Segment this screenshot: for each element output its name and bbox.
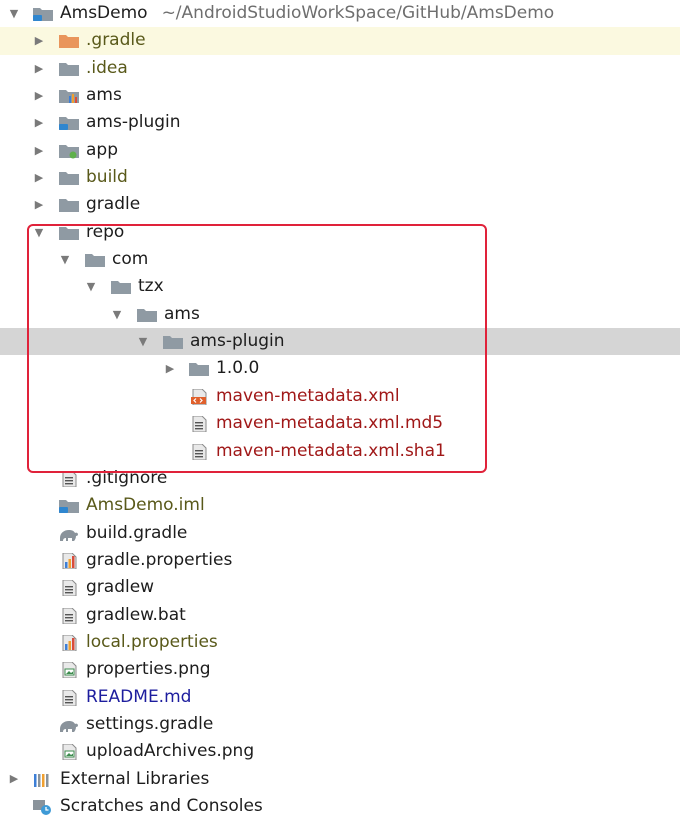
folder-icon (58, 197, 80, 213)
libraries-icon (32, 772, 54, 788)
folder-icon (58, 61, 80, 77)
tree-row-gradle[interactable]: ▶ gradle (0, 191, 680, 218)
tree-label: settings.gradle (86, 713, 214, 734)
folder-icon (58, 170, 80, 186)
tree-row-gradle-dir[interactable]: ▶ .gradle (0, 27, 680, 55)
collapse-arrow-icon[interactable]: ▶ (8, 766, 20, 793)
tree-row-app[interactable]: ▶ app (0, 137, 680, 164)
root-label: AmsDemo (60, 3, 148, 23)
tree-label: local.properties (86, 631, 218, 652)
module-folder-icon (32, 6, 54, 22)
tree-label: External Libraries (60, 768, 210, 789)
collapse-arrow-icon[interactable]: ▶ (33, 191, 45, 218)
tree-row-build-gradle[interactable]: build.gradle (0, 520, 680, 547)
library-module-icon (58, 88, 80, 104)
tree-label: build (86, 167, 128, 188)
tree-label: .gradle (86, 30, 146, 51)
tree-row-settings-gradle[interactable]: settings.gradle (0, 711, 680, 738)
properties-file-icon (58, 635, 80, 651)
image-file-icon (58, 744, 80, 760)
tree-label: properties.png (86, 659, 211, 680)
text-file-icon (58, 471, 80, 487)
collapse-arrow-icon[interactable]: ▶ (33, 82, 45, 109)
tree-row-gradlew[interactable]: gradlew (0, 574, 680, 601)
gradle-icon (58, 717, 80, 733)
tree-row-external-libraries[interactable]: ▶ External Libraries (0, 766, 680, 793)
gradle-icon (58, 526, 80, 542)
markdown-file-icon (58, 690, 80, 706)
image-file-icon (58, 662, 80, 678)
module-file-icon (58, 498, 80, 514)
tree-label: gradle (86, 194, 141, 215)
collapse-arrow-icon[interactable]: ▶ (33, 137, 45, 164)
tree-row-idea[interactable]: ▶ .idea (0, 55, 680, 82)
tree-label: build.gradle (86, 522, 188, 543)
folder-icon (58, 33, 80, 49)
tree-row-scratches[interactable]: Scratches and Consoles (0, 793, 680, 820)
tree-row-ams-plugin[interactable]: ▶ ams-plugin (0, 109, 680, 136)
app-module-icon (58, 143, 80, 159)
scratches-icon (32, 799, 54, 815)
tree-label: ams-plugin (86, 112, 181, 133)
tree-row-iml[interactable]: AmsDemo.iml (0, 492, 680, 519)
tree-row-local-properties[interactable]: local.properties (0, 629, 680, 656)
tree-label: .idea (86, 57, 128, 78)
tree-row-properties-png[interactable]: properties.png (0, 656, 680, 683)
annotation-highlight-box (27, 224, 487, 473)
tree-row-build[interactable]: ▶ build (0, 164, 680, 191)
root-path: ~/AndroidStudioWorkSpace/GitHub/AmsDemo (161, 3, 555, 23)
tree-label: gradlew (86, 577, 155, 598)
tree-row-root[interactable]: ▼ AmsDemo ~/AndroidStudioWorkSpace/GitHub… (0, 0, 680, 27)
expand-arrow-icon[interactable]: ▼ (8, 0, 20, 27)
collapse-arrow-icon[interactable]: ▶ (33, 164, 45, 191)
collapse-arrow-icon[interactable]: ▶ (33, 109, 45, 136)
tree-row-ams[interactable]: ▶ ams (0, 82, 680, 109)
tree-row-gradle-properties[interactable]: gradle.properties (0, 547, 680, 574)
tree-label: gradlew.bat (86, 604, 186, 625)
tree-label: gradle.properties (86, 549, 233, 570)
tree-label: AmsDemo.iml (86, 495, 205, 516)
properties-file-icon (58, 553, 80, 569)
tree-label: uploadArchives.png (86, 741, 255, 762)
tree-row-readme[interactable]: README.md (0, 684, 680, 711)
tree-label: app (86, 139, 118, 160)
text-file-icon (58, 580, 80, 596)
module-folder-icon (58, 115, 80, 131)
tree-label: Scratches and Consoles (60, 795, 263, 816)
tree-row-gradlew-bat[interactable]: gradlew.bat (0, 602, 680, 629)
tree-label: README.md (86, 686, 192, 707)
tree-row-upload-png[interactable]: uploadArchives.png (0, 738, 680, 765)
collapse-arrow-icon[interactable]: ▶ (33, 27, 45, 54)
tree-label: ams (86, 85, 122, 106)
text-file-icon (58, 608, 80, 624)
collapse-arrow-icon[interactable]: ▶ (33, 55, 45, 82)
